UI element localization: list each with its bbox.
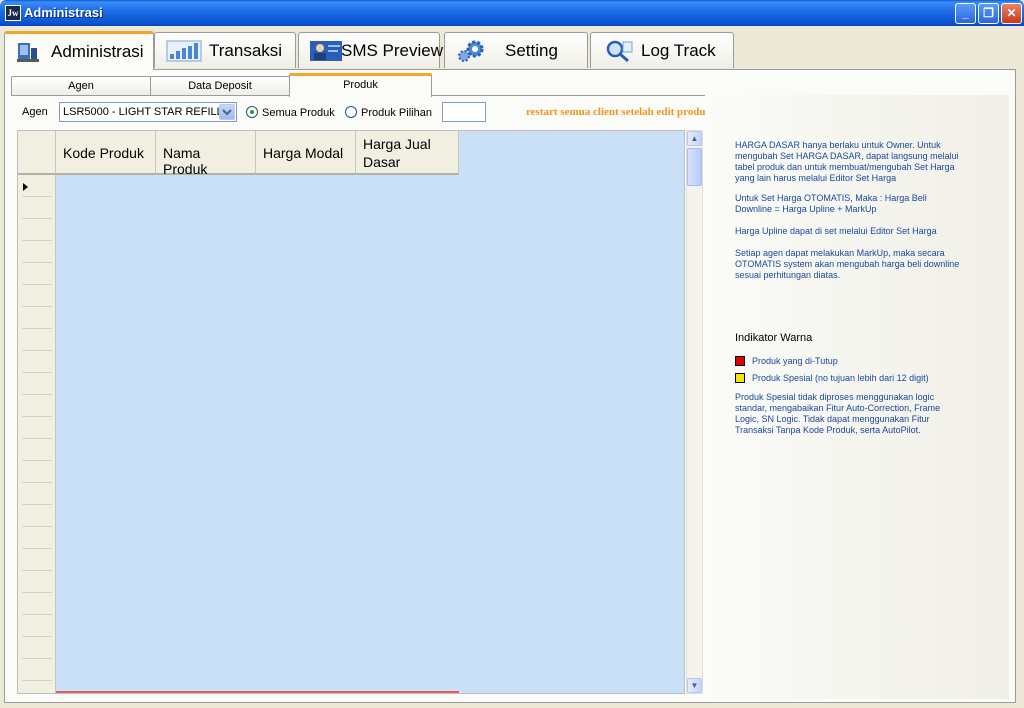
subtab-produk[interactable]: Produk (289, 73, 432, 97)
radio-semua-produk-label: Semua Produk (262, 107, 335, 119)
info-panel: HARGA DASAR hanya berlaku untuk Owner. U… (705, 95, 1009, 699)
grid-corner (18, 131, 56, 175)
tab-transaksi[interactable]: Transaksi (154, 32, 296, 68)
produk-grid[interactable]: Kode Produk Nama Produk Harga Modal Harg… (17, 130, 685, 694)
col-kode-produk[interactable]: Kode Produk (56, 131, 156, 175)
info-otomatis: Untuk Set Harga OTOMATIS, Maka : Harga B… (735, 193, 927, 214)
row-header-cell[interactable] (22, 263, 52, 285)
title-bar: Jw Administrasi _ ❐ ✕ (0, 0, 1024, 26)
scroll-thumb[interactable] (687, 148, 702, 186)
row-headers (18, 131, 56, 693)
row-header-cell[interactable] (22, 483, 52, 505)
radio-produk-pilihan-label: Produk Pilihan (361, 107, 432, 119)
tab-administrasi[interactable]: Administrasi (4, 31, 154, 70)
row-header-cell[interactable] (22, 527, 52, 549)
produk-pilihan-input[interactable] (442, 102, 486, 122)
close-button[interactable]: ✕ (1001, 3, 1022, 24)
row-header-cell[interactable] (22, 285, 52, 307)
row-header-cell[interactable] (22, 307, 52, 329)
legend-spesial: Produk Spesial (no tujuan lebih dari 12 … (735, 373, 929, 383)
info-upline: Harga Upline dapat di set melalui Editor… (735, 226, 937, 236)
row-header-cell[interactable] (22, 219, 52, 241)
radio-semua-produk[interactable]: Semua Produk (246, 106, 335, 119)
radio-off-icon[interactable] (345, 106, 357, 118)
minimize-button[interactable]: _ (955, 3, 976, 24)
info-produk-spesial: Produk Spesial tidak diproses menggunaka… (735, 392, 941, 435)
red-swatch (735, 356, 745, 366)
row-header-cell[interactable] (22, 505, 52, 527)
row-header-cell[interactable] (22, 351, 52, 373)
col-harga-modal[interactable]: Harga Modal (256, 131, 356, 175)
window-title: Administrasi (24, 5, 103, 20)
subtab-agen[interactable]: Agen (11, 76, 151, 96)
row-header-cell[interactable] (22, 197, 52, 219)
row-header-cell[interactable] (22, 571, 52, 593)
yellow-swatch (735, 373, 745, 383)
row-header-cell[interactable] (22, 681, 52, 693)
agen-select-value: LSR5000 - LIGHT STAR REFILL (63, 106, 223, 118)
restart-warning: restart semua client setelah edit produk (526, 106, 712, 118)
info-markup: Setiap agen dapat melakukan MarkUp, maka… (735, 248, 960, 280)
admin-icon (17, 43, 39, 62)
indikator-title: Indikator Warna (735, 332, 813, 344)
radio-on-icon[interactable] (246, 106, 258, 118)
tab-label: Setting (505, 41, 558, 60)
row-header-cell[interactable] (22, 637, 52, 659)
row-header-cell[interactable] (22, 175, 52, 197)
subtab-data-deposit[interactable]: Data Deposit (150, 76, 290, 96)
restore-button[interactable]: ❐ (978, 3, 999, 24)
row-header-cell[interactable] (22, 395, 52, 417)
user-preview-icon (310, 41, 342, 61)
row-header-cell[interactable] (22, 241, 52, 263)
row-header-cell[interactable] (22, 659, 52, 681)
row-header-cell[interactable] (22, 417, 52, 439)
tab-setting[interactable]: Setting (444, 32, 588, 68)
row-header-cell[interactable] (22, 461, 52, 483)
bar-chart-icon (166, 40, 202, 62)
tab-label: Administrasi (51, 42, 144, 61)
grid-bottom-line (56, 691, 459, 693)
row-header-cell[interactable] (22, 329, 52, 351)
search-log-icon (606, 40, 633, 63)
row-header-cell[interactable] (22, 593, 52, 615)
scroll-down-icon[interactable]: ▼ (687, 678, 702, 693)
row-header-cell[interactable] (22, 373, 52, 395)
app-icon: Jw (5, 5, 21, 21)
gear-icon (458, 40, 484, 62)
dropdown-arrow-icon[interactable] (219, 104, 235, 120)
row-header-cell[interactable] (22, 615, 52, 637)
row-header-cell[interactable] (22, 549, 52, 571)
tab-label: Transaksi (209, 41, 283, 60)
scroll-up-icon[interactable]: ▲ (687, 131, 702, 146)
legend-tutup: Produk yang di-Tutup (735, 356, 838, 366)
grid-vertical-scrollbar[interactable]: ▲ ▼ (686, 130, 703, 694)
tab-label: Log Track (641, 41, 716, 60)
tab-log-track[interactable]: Log Track (590, 32, 734, 68)
agen-label: Agen (22, 106, 48, 118)
radio-produk-pilihan[interactable]: Produk Pilihan (345, 106, 432, 119)
tab-label: SMS Preview (341, 41, 444, 60)
col-nama-produk[interactable]: Nama Produk (156, 131, 256, 177)
content-frame: Agen Data Deposit Produk Agen LSR5000 - … (4, 69, 1016, 703)
agen-select[interactable]: LSR5000 - LIGHT STAR REFILL (59, 102, 237, 122)
info-harga-dasar: HARGA DASAR hanya berlaku untuk Owner. U… (735, 140, 959, 183)
col-harga-jual-dasar[interactable]: Harga Jual Dasar (356, 131, 459, 175)
tab-sms-preview[interactable]: SMS Preview (298, 32, 444, 68)
row-header-cell[interactable] (22, 439, 52, 461)
